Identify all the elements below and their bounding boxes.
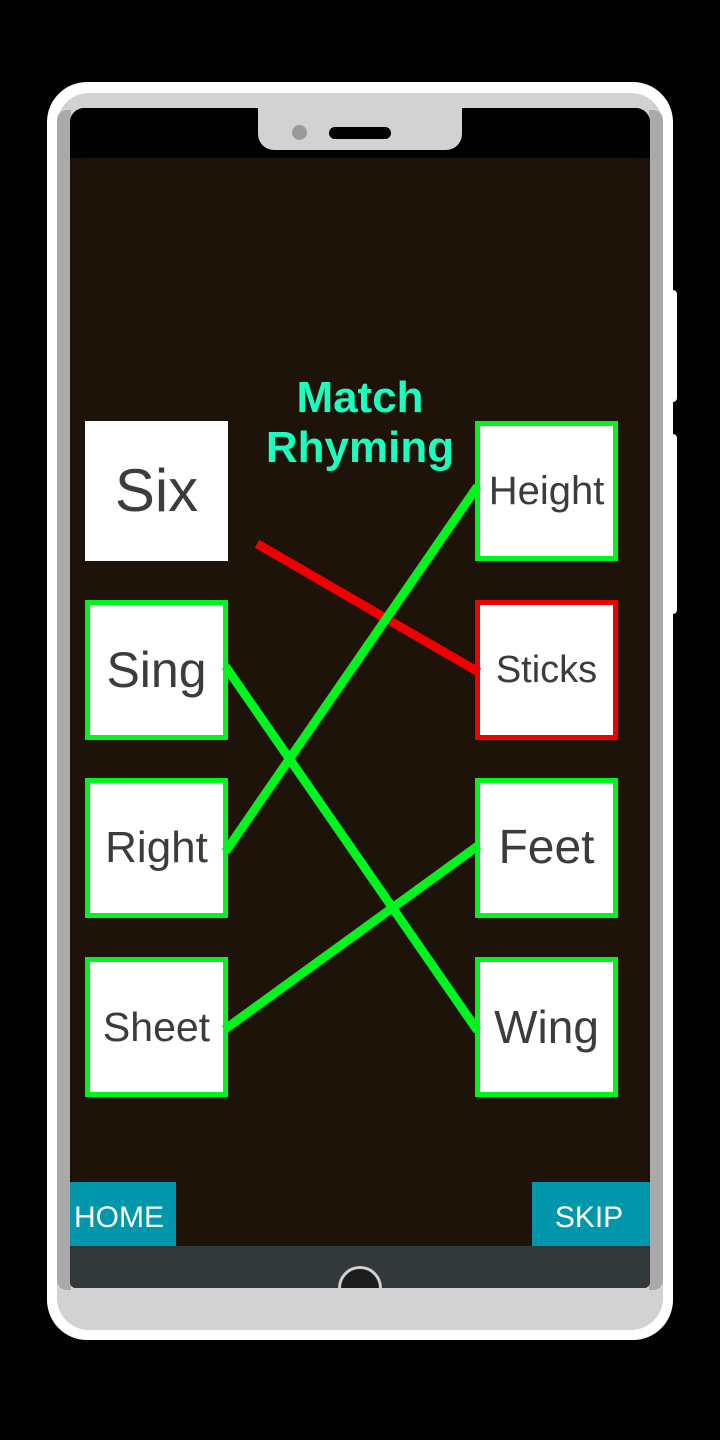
word-card-right-1[interactable]: Sticks xyxy=(475,600,618,740)
phone-screen: Match Rhyming Six Sing Right Sheet Heigh… xyxy=(70,108,650,1288)
home-button-label: HOME xyxy=(74,1201,164,1234)
power-button[interactable] xyxy=(669,434,677,614)
word-card-left-1[interactable]: Sing xyxy=(85,600,228,740)
word-card-label: Right xyxy=(105,823,208,872)
home-button[interactable]: HOME xyxy=(70,1182,176,1246)
word-card-right-2[interactable]: Feet xyxy=(475,778,618,918)
word-card-label: Height xyxy=(488,469,605,513)
page-title: Match Rhyming xyxy=(265,373,455,472)
connection-line-sheet-feet xyxy=(221,841,482,1034)
word-card-left-0[interactable]: Six xyxy=(85,421,228,561)
word-card-right-0[interactable]: Height xyxy=(475,421,618,561)
android-navigation-bar xyxy=(70,1246,650,1288)
connection-line-right-height xyxy=(221,483,482,855)
connection-line-sing-wing xyxy=(221,663,482,1034)
skip-button[interactable]: SKIP xyxy=(532,1182,650,1246)
phone-bezel-left-shadow xyxy=(57,110,71,1290)
app-content-area: Match Rhyming Six Sing Right Sheet Heigh… xyxy=(70,158,650,1246)
word-card-label: Sticks xyxy=(495,649,598,691)
word-card-label: Feet xyxy=(498,821,595,874)
word-card-label: Six xyxy=(114,457,199,524)
word-card-label: Wing xyxy=(494,1001,599,1053)
skip-button-label: SKIP xyxy=(554,1201,624,1234)
phone-bezel-right-shadow xyxy=(649,110,663,1290)
front-camera-icon xyxy=(292,125,307,140)
word-card-left-2[interactable]: Right xyxy=(85,778,228,918)
connection-line-six-sticks xyxy=(254,539,482,677)
word-card-label: Sing xyxy=(106,642,207,698)
word-card-right-3[interactable]: Wing xyxy=(475,957,618,1097)
volume-rocker-button[interactable] xyxy=(669,290,677,402)
home-indicator-icon[interactable] xyxy=(338,1266,382,1288)
word-card-label: Sheet xyxy=(102,1003,211,1050)
earpiece-speaker-icon xyxy=(329,127,391,139)
word-card-left-3[interactable]: Sheet xyxy=(85,957,228,1097)
